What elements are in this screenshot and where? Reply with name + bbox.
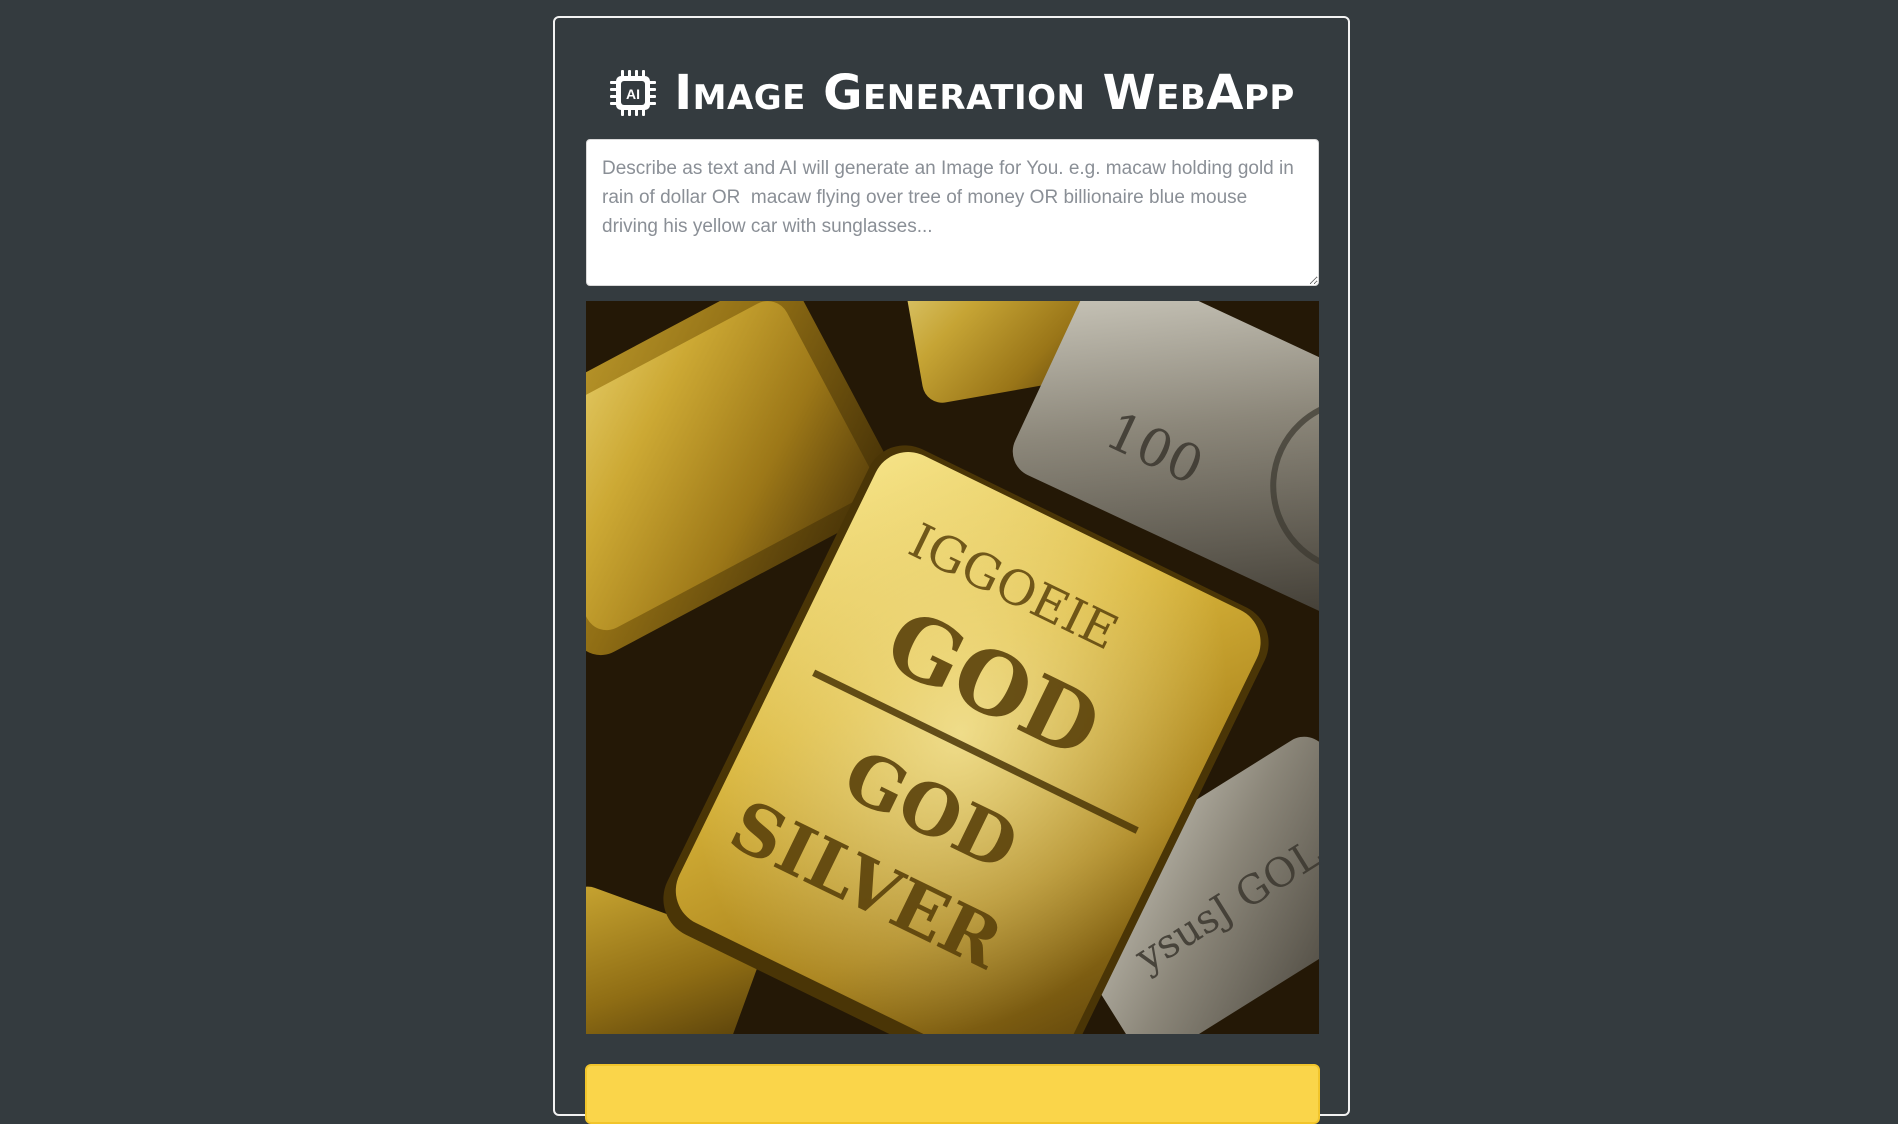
svg-text:AI: AI (626, 86, 640, 102)
prompt-textarea[interactable] (586, 139, 1319, 286)
ai-chip-icon: AI (610, 70, 657, 116)
generate-button[interactable] (585, 1064, 1320, 1124)
app-header: AI Image Generation WebApp (555, 58, 1348, 128)
generated-image: 100 ysusJ GOL IGGOEIE GOD GOD SILVER (586, 301, 1319, 1034)
app-panel: AI Image Generation WebApp Describe as t… (553, 16, 1350, 1124)
app-title: Image Generation WebApp (674, 65, 1295, 121)
